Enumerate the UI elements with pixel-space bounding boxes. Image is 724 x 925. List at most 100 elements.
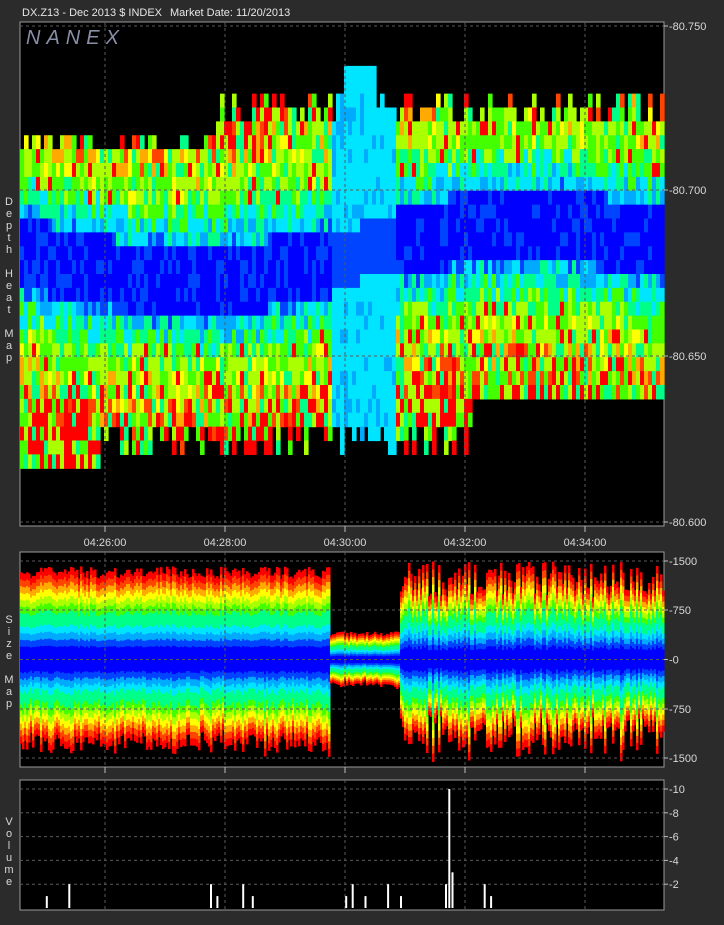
heat-cell xyxy=(372,301,377,317)
heat-cell xyxy=(432,371,437,386)
heat-cell xyxy=(496,301,501,317)
heat-cell xyxy=(252,93,257,109)
heat-cell xyxy=(328,246,333,261)
heat-cell xyxy=(312,218,317,233)
heat-cell xyxy=(408,204,413,220)
heat-cell xyxy=(180,440,185,455)
heat-cell xyxy=(216,426,221,442)
heat-cell xyxy=(140,357,145,372)
heat-cell xyxy=(408,190,413,206)
heat-cell xyxy=(536,176,541,192)
heat-cell xyxy=(632,371,637,386)
heat-cell xyxy=(188,260,193,275)
heat-cell xyxy=(496,260,501,275)
heat-cell xyxy=(28,329,33,344)
heat-cell xyxy=(128,190,133,206)
heat-cell xyxy=(652,121,657,136)
heat-cell xyxy=(420,398,425,414)
heat-cell xyxy=(628,176,633,192)
heat-cell xyxy=(528,190,533,206)
heat-cell xyxy=(304,385,309,400)
heat-cell xyxy=(548,274,553,289)
heat-cell xyxy=(472,176,477,192)
heat-cell xyxy=(396,357,401,372)
heat-cell xyxy=(420,163,425,178)
heat-cell xyxy=(328,260,333,275)
heat-cell xyxy=(236,246,241,261)
heat-cell xyxy=(412,301,417,317)
heat-cell xyxy=(404,107,409,122)
heat-cell xyxy=(308,246,313,261)
heat-cell xyxy=(632,329,637,344)
heat-cell xyxy=(444,385,449,400)
heat-cell xyxy=(304,135,309,150)
heat-cell xyxy=(96,218,101,233)
heat-cell xyxy=(444,426,449,442)
heat-cell xyxy=(312,246,317,261)
heat-cell xyxy=(192,301,197,317)
heat-cell xyxy=(168,232,173,247)
heat-cell xyxy=(576,260,581,275)
heat-cell xyxy=(216,412,221,428)
heat-cell xyxy=(632,301,637,317)
heat-cell xyxy=(632,135,637,150)
heat-cell xyxy=(180,385,185,400)
heat-cell xyxy=(176,149,181,164)
heat-cell xyxy=(56,329,61,344)
heat-cell xyxy=(296,149,301,164)
heat-cell xyxy=(132,315,137,331)
heat-cell xyxy=(560,190,565,206)
heat-cell xyxy=(48,398,53,414)
heat-cell xyxy=(492,246,497,261)
heat-cell xyxy=(644,246,649,261)
heat-cell xyxy=(352,274,357,289)
heat-cell xyxy=(580,190,585,206)
heat-cell xyxy=(304,163,309,178)
heat-cell xyxy=(652,135,657,150)
heat-cell xyxy=(420,246,425,261)
heat-cell xyxy=(116,301,121,317)
heat-cell xyxy=(32,315,37,331)
heat-cell xyxy=(332,218,337,233)
heat-cell xyxy=(80,440,85,455)
heat-cell xyxy=(468,204,473,220)
heat-cell xyxy=(560,385,565,400)
heat-cell xyxy=(572,274,577,289)
heat-cell xyxy=(576,176,581,192)
heat-cell xyxy=(52,398,57,414)
heat-cell xyxy=(660,135,665,150)
heat-cell xyxy=(276,357,281,372)
heat-cell xyxy=(236,176,241,192)
heat-cell xyxy=(260,371,265,386)
heat-cell xyxy=(172,287,177,303)
heat-cell xyxy=(368,121,373,136)
heat-cell xyxy=(48,274,53,289)
heat-cell xyxy=(580,385,585,400)
heat-cell xyxy=(300,121,305,136)
heat-cell xyxy=(28,190,33,206)
heat-cell xyxy=(632,260,637,275)
heat-cell xyxy=(208,176,213,192)
heat-cell xyxy=(552,135,557,150)
heat-cell xyxy=(604,176,609,192)
heat-cell xyxy=(624,287,629,303)
heat-cell xyxy=(328,371,333,386)
heat-cell xyxy=(232,274,237,289)
heat-cell xyxy=(200,412,205,428)
heat-cell xyxy=(284,190,289,206)
heat-cell xyxy=(600,163,605,178)
heat-cell xyxy=(472,329,477,344)
heat-cell xyxy=(68,274,73,289)
heat-cell xyxy=(300,232,305,247)
heat-cell xyxy=(48,287,53,303)
heat-cell xyxy=(536,163,541,178)
heat-cell xyxy=(320,371,325,386)
heat-cell xyxy=(228,274,233,289)
heat-cell xyxy=(272,190,277,206)
heat-cell xyxy=(480,301,485,317)
heat-cell xyxy=(224,385,229,400)
heat-cell xyxy=(80,426,85,442)
heat-cell xyxy=(120,149,125,164)
heat-cell xyxy=(400,371,405,386)
heat-cell xyxy=(512,107,517,122)
